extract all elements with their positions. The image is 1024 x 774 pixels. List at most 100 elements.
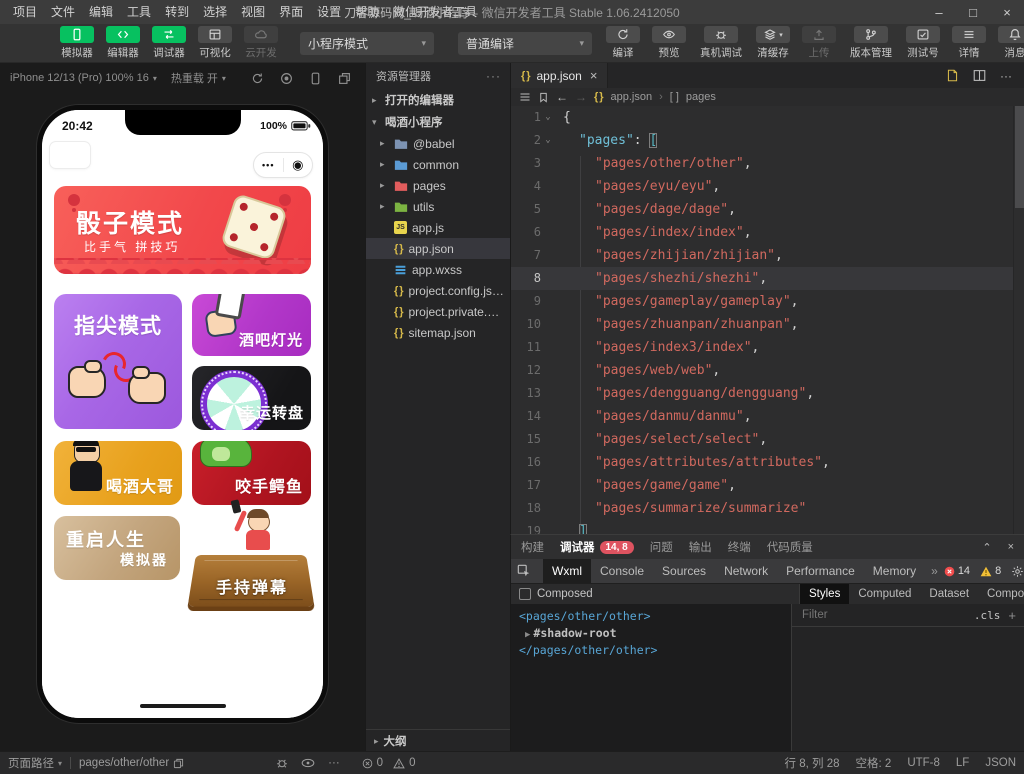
fold-icon[interactable]: ⌄ [541,129,555,152]
phone-screen[interactable]: 20:42 100% ••• ◉ 骰子模式 比手气 拼技巧 [42,110,323,718]
styles-filter-input[interactable] [800,608,966,622]
file-app-json[interactable]: { }app.json [366,238,511,259]
wxml-dom-tree[interactable]: <pages/other/other> ▶#shadow-root </page… [511,604,791,752]
dom-shadow-root[interactable]: ▶#shadow-root [511,625,791,642]
card-fingertip-mode[interactable]: 指尖模式 [54,294,182,429]
minimize-button[interactable]: – [922,0,956,24]
capsule-more-button[interactable]: ••• [254,160,283,170]
menu-item[interactable]: 帮助 [348,0,386,24]
outline-list-icon[interactable] [519,91,531,103]
debugger-panel-tab[interactable]: 问题 [650,539,673,555]
compile-dropdown[interactable]: 普通编译 ▾ [458,32,592,55]
file-pages[interactable]: ▸pages [366,175,511,196]
menu-item[interactable]: 选择 [196,0,234,24]
statusbar-errors[interactable]: 0 [362,757,383,769]
editor-scrollbar[interactable] [1013,106,1024,536]
device-frame-icon[interactable] [309,72,322,85]
gear-icon[interactable] [1011,565,1024,578]
branch-button[interactable]: 版本管理 [843,26,899,60]
hot-reload-toggle[interactable]: 热重载 开 ▾ [171,70,226,86]
menu-item[interactable]: 文件 [44,0,82,24]
more-tabs-icon[interactable]: » [925,564,944,578]
split-editor-icon[interactable] [973,69,986,82]
float-window-icon[interactable] [338,72,351,85]
debugger-panel-tab[interactable]: 构建 [521,539,544,555]
dom-close-tag[interactable]: </pages/other/other> [511,642,791,659]
outline-section[interactable]: ▸ 大纲 [366,729,511,752]
error-count[interactable]: 14 [944,565,970,577]
close-button[interactable]: × [990,0,1024,24]
menu-item[interactable]: 转到 [158,0,196,24]
code-button[interactable]: 编辑器 [101,26,145,60]
project-root-section[interactable]: ▾ 喝酒小程序 [366,111,511,133]
debugger-panel-tab[interactable]: 输出 [689,539,712,555]
refresh-button[interactable]: 编译 [601,26,645,60]
details-button[interactable]: 详情 [947,26,991,60]
encoding-setting[interactable]: UTF-8 [907,757,940,769]
menu-item[interactable]: 界面 [272,0,310,24]
card-crocodile[interactable]: 咬手鳄鱼 [192,441,311,505]
copy-icon[interactable] [173,758,184,769]
warning-count[interactable]: 8 [980,565,1001,577]
forward-arrow-icon[interactable]: → [575,90,587,104]
devtools-tab-network[interactable]: Network [715,559,777,583]
card-handheld-danmu[interactable]: 手持弹幕 [192,502,312,610]
devtools-tab-wxml[interactable]: Wxml [543,559,591,583]
style-tab-dataset[interactable]: Dataset [920,584,978,604]
style-tab-component-data[interactable]: Component Data [978,584,1024,604]
toggle-class-button[interactable]: .cls [974,609,1001,622]
menu-item[interactable]: 微信开发者工具 [386,0,484,24]
back-arrow-icon[interactable]: ← [556,90,568,104]
card-restart-life[interactable]: 重启人生 模拟器 [54,516,180,580]
fold-icon[interactable]: ⌄ [541,106,555,129]
checkbox-icon[interactable] [519,588,531,600]
debugger-panel-tab[interactable]: 终端 [728,539,751,555]
add-rule-icon[interactable]: + [1008,608,1016,623]
bookmark-icon[interactable] [538,92,549,103]
page-path-selector[interactable]: 页面路径 ▾ [8,755,62,771]
more-icon[interactable]: ··· [328,757,340,769]
tab-app-json[interactable]: { } app.json × [511,63,608,88]
language-mode[interactable]: JSON [985,757,1016,769]
card-lucky-wheel[interactable]: 幸运转盘 [192,366,311,430]
composed-toggle[interactable]: Composed [511,584,799,604]
more-icon[interactable]: ··· [1000,69,1012,83]
menu-item[interactable]: 设置 [310,0,348,24]
inspect-element-icon[interactable] [517,564,531,578]
page-path-value[interactable]: pages/other/other [79,757,184,769]
code-editor[interactable]: 1⌄{2⌄"pages": [3"pages/other/other",4"pa… [511,106,1014,536]
device-selector[interactable]: iPhone 12/13 (Pro) 100% 16 ▾ [10,72,157,84]
eye-button[interactable]: 预览 [647,26,691,60]
devtools-tab-console[interactable]: Console [591,559,653,583]
card-bar-light[interactable]: 酒吧灯光 [192,294,311,356]
statusbar-warnings[interactable]: 0 [393,757,415,769]
devtools-tab-performance[interactable]: Performance [777,559,864,583]
bell-button[interactable]: 消息 [993,26,1024,60]
file--babel[interactable]: ▸@babel [366,133,511,154]
more-icon[interactable]: ··· [486,69,501,83]
bug-icon[interactable] [276,757,288,769]
capsule-close-button[interactable]: ◉ [284,157,313,173]
file-sitemap-json[interactable]: { }sitemap.json [366,322,511,343]
open-preview-icon[interactable] [946,69,959,82]
debugger-panel-tab[interactable]: 调试器14, 8 [560,539,634,555]
devtools-tab-sources[interactable]: Sources [653,559,715,583]
open-editors-section[interactable]: ▸ 打开的编辑器 [366,89,511,111]
menu-item[interactable]: 视图 [234,0,272,24]
menu-item[interactable]: 项目 [6,0,44,24]
dom-open-tag[interactable]: <pages/other/other> [511,608,791,625]
close-panel-icon[interactable]: × [1008,541,1014,553]
debug-button[interactable]: 调试器 [147,26,191,60]
style-tab-styles[interactable]: Styles [800,584,849,604]
eye-icon[interactable] [301,757,315,769]
devtools-tab-memory[interactable]: Memory [864,559,925,583]
test-button[interactable]: 测试号 [901,26,945,60]
breadcrumb-file[interactable]: app.json [610,91,652,103]
bug-button[interactable]: 真机调试 [693,26,749,60]
eol-setting[interactable]: LF [956,757,969,769]
file-utils[interactable]: ▸utils [366,196,511,217]
scrollbar-thumb[interactable] [1015,106,1024,208]
layout-button[interactable]: 可视化 [193,26,237,60]
record-icon[interactable] [280,72,293,85]
collapse-panel-icon[interactable]: ⌃ [982,541,991,554]
